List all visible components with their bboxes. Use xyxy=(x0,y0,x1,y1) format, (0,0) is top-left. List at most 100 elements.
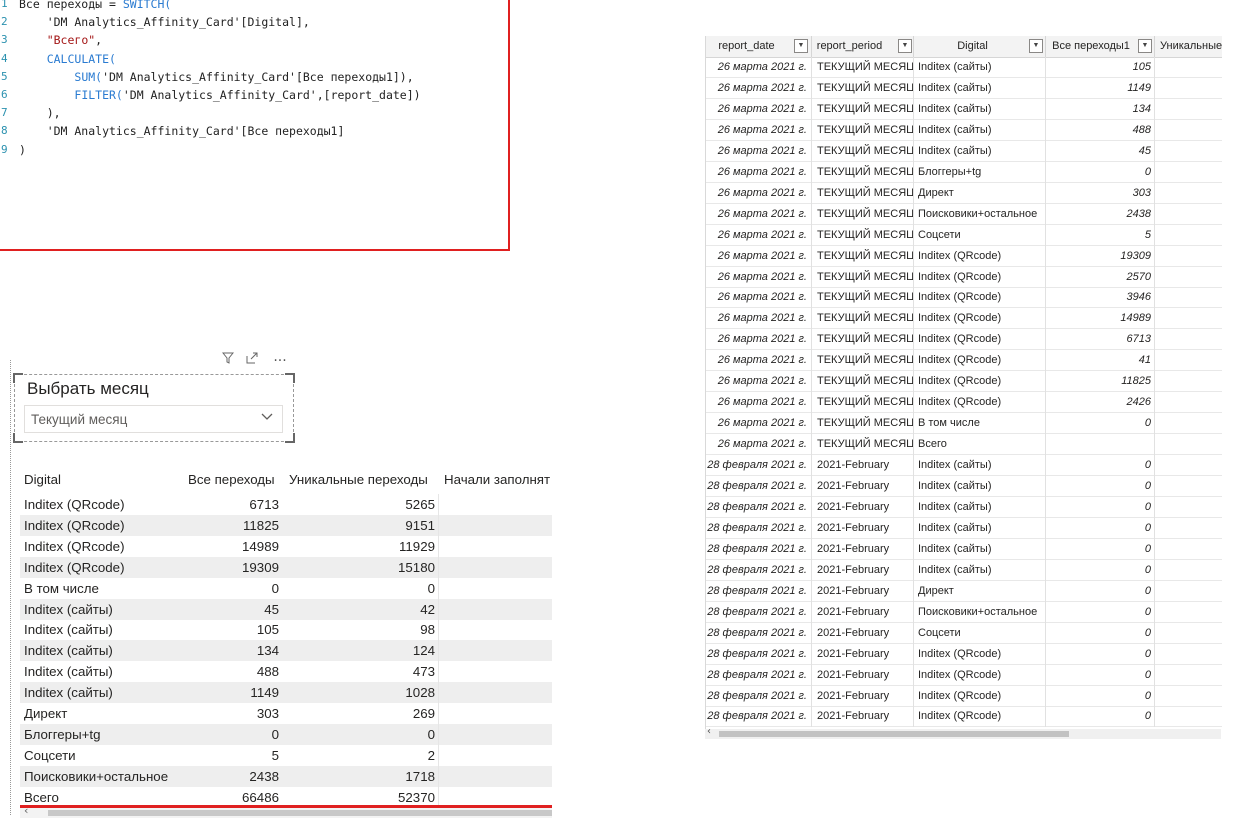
grid-row[interactable]: 26 марта 2021 г. ТЕКУЩИЙ МЕСЯЦ Inditex (QR… xyxy=(706,392,1222,414)
grid-row[interactable]: 26 марта 2021 г. ТЕКУЩИЙ МЕСЯЦ Inditex (са… xyxy=(706,140,1222,162)
table-row[interactable]: В том числе 0 0 xyxy=(20,577,552,599)
grid-header-digital[interactable]: Digital ▼ xyxy=(914,36,1046,57)
grid-row[interactable]: 28 февраля 2021 г. 2021-February Inditex (… xyxy=(706,706,1222,728)
grid-row[interactable]: 28 февраля 2021 г. 2021-February Inditex (… xyxy=(706,538,1222,560)
grid-row[interactable]: 28 февраля 2021 г. 2021-February Inditex (… xyxy=(706,517,1222,539)
code-token: ) xyxy=(19,142,26,157)
resize-handle[interactable] xyxy=(13,433,23,443)
grid-row[interactable]: 26 марта 2021 г. ТЕКУЩИЙ МЕСЯЦ Поисковики+… xyxy=(706,203,1222,225)
code-line[interactable]: 4 CALCULATE( xyxy=(0,50,508,68)
grid-row[interactable]: 28 февраля 2021 г. 2021-February Inditex (… xyxy=(706,559,1222,581)
grid-row[interactable]: 26 марта 2021 г. ТЕКУЩИЙ МЕСЯЦ Inditex (QR… xyxy=(706,350,1222,372)
data-view-grid[interactable]: report_date ▼ report_period ▼ Digital ▼ … xyxy=(705,36,1222,739)
table-row[interactable]: Inditex (QRcode) 11825 9151 xyxy=(20,514,552,536)
table-row[interactable]: Inditex (QRcode) 19309 15180 xyxy=(20,556,552,578)
table-row[interactable]: Inditex (сайты) 105 98 xyxy=(20,619,552,641)
grid-row[interactable]: 28 февраля 2021 г. 2021-February Inditex (… xyxy=(706,664,1222,686)
resize-handle[interactable] xyxy=(13,373,23,383)
table-row[interactable]: Inditex (QRcode) 14989 11929 xyxy=(20,535,552,557)
grid-row[interactable]: 26 марта 2021 г. ТЕКУЩИЙ МЕСЯЦ Всего xyxy=(706,434,1222,456)
month-dropdown[interactable]: Текущий месяц xyxy=(24,405,283,433)
column-filter-icon[interactable]: ▼ xyxy=(1029,39,1043,53)
code-line[interactable]: 8 'DM Analytics_Affinity_Card'[Все перех… xyxy=(0,122,508,140)
table-row[interactable]: Соцсети 5 2 xyxy=(20,744,552,766)
focus-mode-icon[interactable] xyxy=(242,352,262,370)
grid-row[interactable]: 26 марта 2021 г. ТЕКУЩИЙ МЕСЯЦ Inditex (QR… xyxy=(706,308,1222,330)
column-header-started-filling[interactable]: Начали заполнят xyxy=(444,466,550,494)
grid-header-report-date[interactable]: report_date ▼ xyxy=(706,36,812,57)
cell-digital: В том числе xyxy=(914,413,1046,435)
grid-horizontal-scrollbar[interactable]: ‹ xyxy=(705,726,1221,739)
table-row[interactable]: Inditex (QRcode) 6713 5265 xyxy=(20,494,552,515)
grid-header-report-period[interactable]: report_period ▼ xyxy=(812,36,914,57)
table-row[interactable]: Inditex (сайты) 488 473 xyxy=(20,661,552,683)
grid-row[interactable]: 26 марта 2021 г. ТЕКУЩИЙ МЕСЯЦ Inditex (са… xyxy=(706,98,1222,120)
column-header-all-visits[interactable]: Все переходы xyxy=(188,466,275,494)
dax-formula-editor[interactable]: 1 Все переходы = SWITCH(2 'DM Analytics_A… xyxy=(0,0,510,251)
grid-row[interactable]: 28 февраля 2021 г. 2021-February Inditex (… xyxy=(706,496,1222,518)
grid-row[interactable]: 26 марта 2021 г. ТЕКУЩИЙ МЕСЯЦ Inditex (QR… xyxy=(706,266,1222,288)
grid-header-all-visits[interactable]: Все переходы1 ▼ xyxy=(1046,36,1155,57)
code-line[interactable]: 1 Все переходы = SWITCH( xyxy=(0,0,508,13)
code-line[interactable]: 3 "Всего", xyxy=(0,31,508,49)
grid-row[interactable]: 26 марта 2021 г. ТЕКУЩИЙ МЕСЯЦ Inditex (QR… xyxy=(706,371,1222,393)
cell-digital: Inditex (сайты) xyxy=(24,601,113,617)
grid-row[interactable]: 28 февраля 2021 г. 2021-February Inditex (… xyxy=(706,476,1222,497)
cell-unique-visits: 2 xyxy=(427,747,435,763)
table-row[interactable]: Inditex (сайты) 134 124 xyxy=(20,640,552,662)
grid-row[interactable]: 28 февраля 2021 г. 2021-February Inditex (… xyxy=(706,685,1222,707)
code-token: SWITCH( xyxy=(122,0,172,11)
code-line[interactable]: 7 ), xyxy=(0,104,508,122)
column-header-digital[interactable]: Digital xyxy=(24,466,61,494)
scroll-left-icon[interactable]: ‹ xyxy=(707,726,711,737)
table-row[interactable]: Inditex (сайты) 45 42 xyxy=(20,598,552,620)
grid-row[interactable]: 28 февраля 2021 г. 2021-February Inditex (… xyxy=(706,455,1222,477)
code-line[interactable]: 6 FILTER('DM Analytics_Affinity_Card',[r… xyxy=(0,86,508,104)
cell-unique xyxy=(1155,392,1222,413)
report-table-visual[interactable]: Digital Все переходы Уникальные переходы… xyxy=(20,466,552,811)
column-filter-icon[interactable]: ▼ xyxy=(1138,39,1152,53)
grid-row[interactable]: 26 марта 2021 г. ТЕКУЩИЙ МЕСЯЦ Директ 303 xyxy=(706,182,1222,204)
table-row[interactable]: Поисковики+остальное 2438 1718 xyxy=(20,765,552,787)
grid-row[interactable]: 26 марта 2021 г. ТЕКУЩИЙ МЕСЯЦ Inditex (QR… xyxy=(706,287,1222,309)
table-row[interactable]: Inditex (сайты) 1149 1028 xyxy=(20,682,552,704)
column-filter-icon[interactable]: ▼ xyxy=(794,39,808,53)
grid-row[interactable]: 26 марта 2021 г. ТЕКУЩИЙ МЕСЯЦ Inditex (са… xyxy=(706,57,1222,78)
grid-row[interactable]: 26 марта 2021 г. ТЕКУЩИЙ МЕСЯЦ Блоггеры+tg… xyxy=(706,161,1222,183)
column-filter-icon[interactable]: ▼ xyxy=(898,39,912,53)
scroll-left-icon[interactable]: ‹ xyxy=(24,804,28,817)
month-slicer[interactable]: Выбрать месяц Текущий месяц xyxy=(13,373,295,443)
code-line[interactable]: 5 SUM('DM Analytics_Affinity_Card'[Все п… xyxy=(0,68,508,86)
grid-row[interactable]: 26 марта 2021 г. ТЕКУЩИЙ МЕСЯЦ Соцсети 5 xyxy=(706,224,1222,246)
grid-row[interactable]: 26 марта 2021 г. ТЕКУЩИЙ МЕСЯЦ Inditex (са… xyxy=(706,77,1222,99)
scrollbar-thumb[interactable] xyxy=(719,731,1069,737)
grid-row[interactable]: 26 марта 2021 г. ТЕКУЩИЙ МЕСЯЦ Inditex (са… xyxy=(706,119,1222,141)
grid-row[interactable]: 28 февраля 2021 г. 2021-February Директ 0 xyxy=(706,580,1222,602)
cell-digital: Соцсети xyxy=(914,622,1046,644)
chevron-down-icon[interactable] xyxy=(260,409,274,427)
more-options-icon[interactable]: ··· xyxy=(270,352,290,370)
grid-row[interactable]: 26 марта 2021 г. ТЕКУЩИЙ МЕСЯЦ Inditex (QR… xyxy=(706,329,1222,351)
cell-report-period: ТЕКУЩИЙ МЕСЯЦ xyxy=(812,266,914,288)
grid-row[interactable]: 28 февраля 2021 г. 2021-February Поисковик… xyxy=(706,601,1222,623)
code-line[interactable]: 9) xyxy=(0,141,508,159)
table-row[interactable]: Блоггеры+tg 0 0 xyxy=(20,723,552,745)
resize-handle[interactable] xyxy=(285,373,295,383)
grid-row[interactable]: 28 февраля 2021 г. 2021-February Соцсети 0 xyxy=(706,622,1222,644)
resize-handle[interactable] xyxy=(285,433,295,443)
filter-icon[interactable] xyxy=(218,352,238,370)
grid-row[interactable]: 26 марта 2021 г. ТЕКУЩИЙ МЕСЯЦ Inditex (QR… xyxy=(706,245,1222,267)
code-line[interactable]: 2 'DM Analytics_Affinity_Card'[Digital], xyxy=(0,13,508,31)
grid-header-unique[interactable]: Уникальные xyxy=(1155,36,1222,57)
cell-unique xyxy=(1155,225,1222,246)
cell-report-period: 2021-February xyxy=(812,496,914,518)
scrollbar-thumb[interactable] xyxy=(48,810,552,816)
grid-row[interactable]: 28 февраля 2021 г. 2021-February Inditex (… xyxy=(706,643,1222,665)
table-row[interactable]: Директ 303 269 xyxy=(20,703,552,724)
horizontal-scrollbar[interactable]: ‹ xyxy=(20,804,552,818)
cell-digital: Всего xyxy=(914,434,1046,456)
column-header-unique-visits[interactable]: Уникальные переходы xyxy=(289,466,428,494)
code-token: 'DM Analytics_Affinity_Card'[Все переход… xyxy=(19,124,345,139)
cell-all-visits: 0 xyxy=(1046,455,1155,477)
grid-row[interactable]: 26 марта 2021 г. ТЕКУЩИЙ МЕСЯЦ В том числе… xyxy=(706,413,1222,435)
